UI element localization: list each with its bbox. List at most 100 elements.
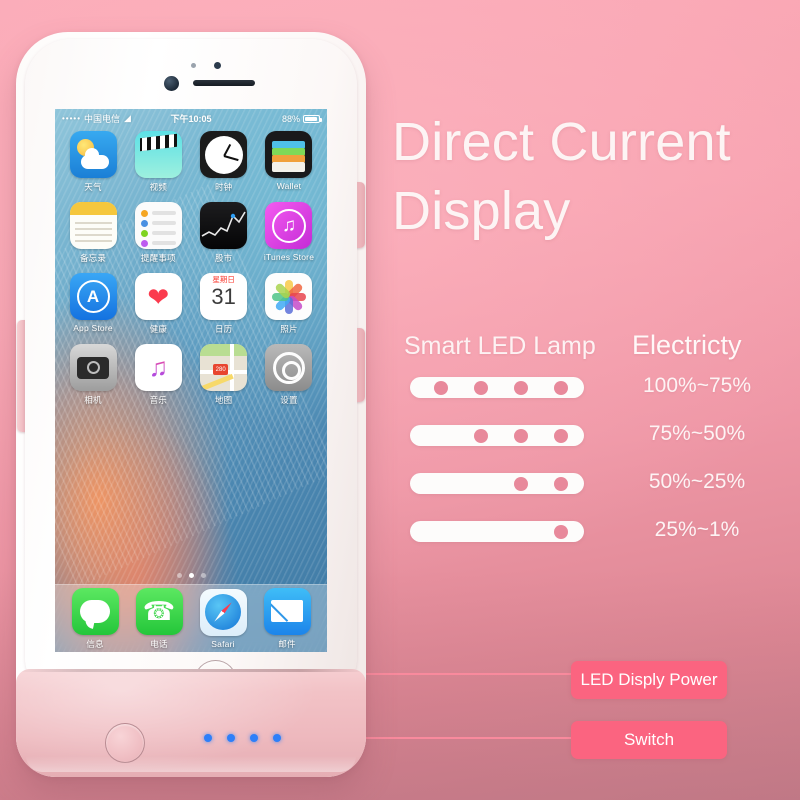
legend-percent-label: 100%~75% xyxy=(642,374,751,397)
app-calendar[interactable]: 星期日 31 日历 xyxy=(196,273,252,335)
app-wallet[interactable]: Wallet xyxy=(261,131,317,193)
case-led-dot xyxy=(250,734,258,742)
legend-percent-label: 75%~50% xyxy=(648,422,746,445)
app-notes[interactable]: 备忘录 xyxy=(65,202,121,264)
app-settings[interactable]: 设置 xyxy=(261,344,317,406)
reminders-icon xyxy=(134,202,182,249)
legend-row: 75%~50% xyxy=(400,418,790,466)
battery-case-bottom xyxy=(16,669,366,777)
led-dot-unlit xyxy=(474,477,488,491)
mail-icon xyxy=(263,587,311,635)
home-screen-app-grid: 天气 视频 时钟 Wallet 备忘录 提醒事项 股市 ♫ iTunes Sto… xyxy=(55,131,327,415)
led-dot-lit xyxy=(554,524,568,539)
calendar-icon: 星期日 31 xyxy=(200,273,248,320)
page-dot[interactable] xyxy=(188,573,194,578)
led-dot-lit xyxy=(514,380,528,395)
dock-app-phone[interactable]: ☎ 电话 xyxy=(131,587,187,650)
app-label: 电话 xyxy=(150,638,168,649)
led-bar xyxy=(410,473,584,494)
app-label: 地图 xyxy=(214,395,233,405)
dock-app-safari[interactable]: Safari xyxy=(195,588,251,649)
earpiece-speaker xyxy=(193,80,255,86)
led-legend: Smart LED Lamp Electricty 100%~75% 75%~50… xyxy=(400,330,790,562)
status-bar: ••••• 中国电信 ◢ 下午10:05 88% xyxy=(55,109,327,128)
app-stocks[interactable]: 股市 xyxy=(196,202,252,264)
app-reminders[interactable]: 提醒事项 xyxy=(130,202,186,264)
callout-switch[interactable]: Switch xyxy=(571,721,727,759)
battery-percent-label: 88% xyxy=(281,113,300,124)
legend-header-lamp: Smart LED Lamp xyxy=(404,332,596,360)
led-dot-lit xyxy=(554,380,568,395)
dock-app-messages[interactable]: 信息 xyxy=(67,587,123,650)
page-indicator-dots[interactable] xyxy=(55,573,327,578)
camera-icon xyxy=(69,344,117,391)
led-dot-unlit xyxy=(514,525,528,539)
app-app-store[interactable]: A App Store xyxy=(65,273,121,335)
app-label: 照片 xyxy=(280,324,298,334)
led-dot-lit xyxy=(554,476,568,491)
led-dot-unlit xyxy=(474,525,488,539)
led-dot-unlit xyxy=(434,477,448,491)
led-bar xyxy=(410,377,584,398)
battery-icon xyxy=(303,114,322,123)
app-row: 天气 视频 时钟 Wallet xyxy=(65,131,317,193)
app-label: 提醒事项 xyxy=(140,253,176,263)
app-camera[interactable]: 相机 xyxy=(65,344,121,406)
wallet-icon xyxy=(265,131,313,178)
app-row: 备忘录 提醒事项 股市 ♫ iTunes Store xyxy=(65,202,317,264)
callout-led-display-power[interactable]: LED Disply Power xyxy=(571,661,727,699)
app-label: 备忘录 xyxy=(79,253,107,263)
led-dot-lit xyxy=(514,476,528,491)
front-camera-icon xyxy=(164,76,179,91)
ambient-sensor-icon xyxy=(191,63,196,68)
music-icon: ♫ xyxy=(134,344,182,391)
app-photos[interactable]: 照片 xyxy=(261,273,317,335)
led-dot-lit xyxy=(434,380,448,395)
led-dot-lit xyxy=(514,428,528,443)
led-bar xyxy=(410,521,584,542)
app-label: 相机 xyxy=(84,395,102,405)
page-dot[interactable] xyxy=(176,573,182,578)
headline-line-1: Direct Current xyxy=(392,112,731,172)
dock: 信息 ☎ 电话 Safari 邮件 xyxy=(55,584,327,652)
app-videos[interactable]: 视频 xyxy=(130,131,186,193)
legend-percent-label: 25%~1% xyxy=(654,518,740,541)
maps-route-shield: 280 xyxy=(213,364,229,375)
led-dot-lit xyxy=(474,428,488,443)
phone-icon: ☎ xyxy=(135,587,183,635)
legend-header-electricity: Electricty xyxy=(632,330,742,360)
app-label: 股市 xyxy=(214,253,233,263)
led-dot-unlit xyxy=(434,525,448,539)
case-power-switch-button[interactable] xyxy=(105,723,145,763)
app-row: 相机 ♫ 音乐 280 地图 设置 xyxy=(65,344,317,406)
maps-icon: 280 xyxy=(200,344,248,391)
weather-icon xyxy=(69,131,117,178)
app-clock[interactable]: 时钟 xyxy=(196,131,252,193)
app-label: Safari xyxy=(211,638,235,649)
app-weather[interactable]: 天气 xyxy=(65,131,121,193)
legend-row: 25%~1% xyxy=(400,514,790,562)
app-row: A App Store ❤ 健康 星期日 31 日历 照片 xyxy=(65,273,317,335)
photos-icon xyxy=(265,273,313,320)
notes-icon xyxy=(69,202,117,249)
page-title: Direct Current Display xyxy=(392,108,792,246)
status-battery-group: 88% xyxy=(281,113,322,124)
health-icon: ❤ xyxy=(134,273,182,320)
app-maps[interactable]: 280 地图 xyxy=(196,344,252,406)
app-music[interactable]: ♫ 音乐 xyxy=(130,344,186,406)
dock-app-mail[interactable]: 邮件 xyxy=(259,587,315,650)
page-dot[interactable] xyxy=(200,573,206,578)
legend-headers: Smart LED Lamp Electricty xyxy=(400,330,790,370)
led-dot-lit xyxy=(474,380,488,395)
app-label: 天气 xyxy=(84,182,102,192)
itunes-store-icon: ♫ xyxy=(265,202,313,249)
phone-screen[interactable]: ••••• 中国电信 ◢ 下午10:05 88% 天气 视频 时钟 Wallet… xyxy=(55,109,327,652)
app-itunes-store[interactable]: ♫ iTunes Store xyxy=(261,202,317,264)
led-dot-lit xyxy=(554,428,568,443)
app-label: 邮件 xyxy=(278,638,296,649)
safari-icon xyxy=(199,588,247,636)
phone-body: ••••• 中国电信 ◢ 下午10:05 88% 天气 视频 时钟 Wallet… xyxy=(25,39,357,703)
app-health[interactable]: ❤ 健康 xyxy=(130,273,186,335)
app-label: 日历 xyxy=(214,324,233,334)
app-label: iTunes Store xyxy=(263,252,315,262)
